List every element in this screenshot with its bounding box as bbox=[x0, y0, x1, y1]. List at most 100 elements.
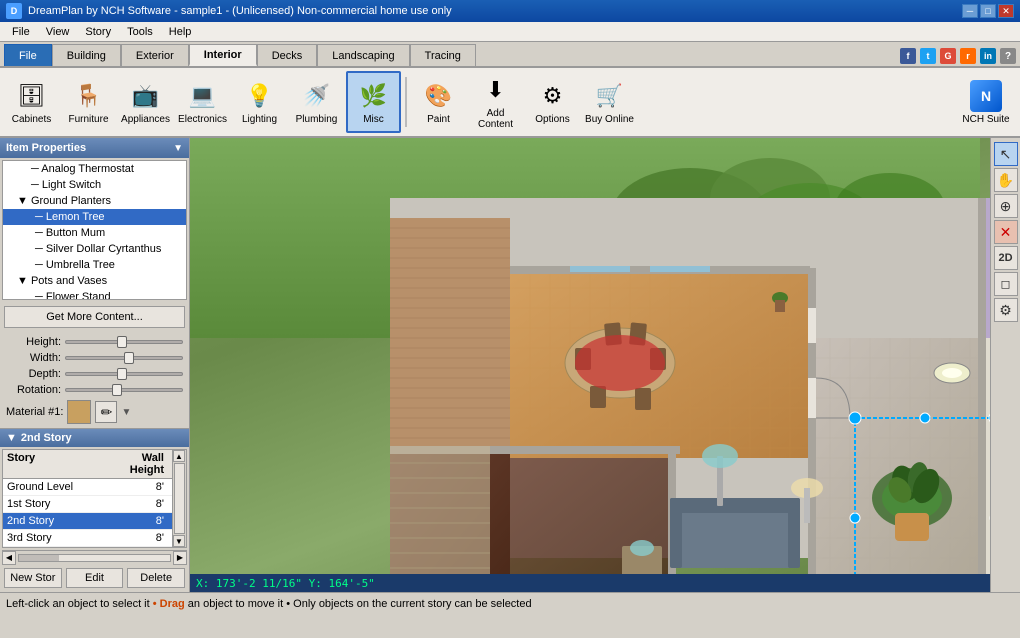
tree-item-flower-stand[interactable]: ─ Flower Stand bbox=[3, 289, 186, 300]
story-row-3rd-name: 3rd Story bbox=[3, 530, 102, 546]
item-properties-title: Item Properties bbox=[6, 142, 86, 154]
menu-help[interactable]: Help bbox=[161, 24, 200, 40]
tool-plumbing-label: Plumbing bbox=[296, 114, 338, 125]
hscroll-right[interactable]: ▶ bbox=[173, 551, 187, 565]
material-edit-button[interactable]: ✏ bbox=[95, 401, 117, 423]
buy-online-icon: 🛒 bbox=[594, 80, 626, 112]
hint-story-restriction: • Only objects on the current story can … bbox=[286, 598, 531, 610]
nch-suite-label: NCH Suite bbox=[962, 114, 1009, 125]
tab-building[interactable]: Building bbox=[52, 44, 121, 66]
tool-add-content-label: Add Content bbox=[469, 108, 522, 130]
toolbar-divider1 bbox=[405, 77, 407, 127]
tree-item-ground-planters[interactable]: ▼ Ground Planters bbox=[3, 193, 186, 209]
hscroll-track bbox=[18, 554, 171, 562]
tree-item-button-mum[interactable]: ─ Button Mum bbox=[3, 225, 186, 241]
get-more-content-button[interactable]: Get More Content... bbox=[4, 306, 185, 328]
story-row-1st[interactable]: 1st Story 8' bbox=[3, 496, 172, 513]
rotation-thumb[interactable] bbox=[112, 384, 122, 396]
hscroll-thumb[interactable] bbox=[19, 555, 59, 561]
height-thumb[interactable] bbox=[117, 336, 127, 348]
tool-misc-label: Misc bbox=[363, 114, 384, 125]
menu-story[interactable]: Story bbox=[77, 24, 119, 40]
item-tree[interactable]: ─ Analog Thermostat ─ Light Switch ▼ Gro… bbox=[2, 160, 187, 300]
maximize-button[interactable]: □ bbox=[980, 4, 996, 18]
settings-button[interactable]: ⚙ bbox=[994, 298, 1018, 322]
tab-interior[interactable]: Interior bbox=[189, 44, 257, 66]
delete-story-button[interactable]: Delete bbox=[127, 568, 185, 588]
tab-tracing[interactable]: Tracing bbox=[410, 44, 476, 66]
facebook-icon[interactable]: f bbox=[900, 48, 916, 64]
tree-item-light-switch[interactable]: ─ Light Switch bbox=[3, 177, 186, 193]
hscroll-left[interactable]: ◀ bbox=[2, 551, 16, 565]
twitter-icon[interactable]: t bbox=[920, 48, 936, 64]
menu-file[interactable]: File bbox=[4, 24, 38, 40]
material-swatch[interactable] bbox=[67, 400, 91, 424]
nch-suite-button[interactable]: N NCH Suite bbox=[956, 71, 1016, 133]
tool-options[interactable]: ⚙ Options bbox=[525, 71, 580, 133]
cabinets-icon: 🗄 bbox=[16, 80, 48, 112]
material-dropdown[interactable]: ▼ bbox=[121, 407, 131, 418]
tool-paint-label: Paint bbox=[427, 114, 450, 125]
story-table: Story Wall Height Ground Level 8' 1st St… bbox=[3, 450, 172, 547]
tree-item-lemon-tree[interactable]: ─ Lemon Tree bbox=[3, 209, 186, 225]
width-label: Width: bbox=[6, 352, 61, 364]
rotation-slider-row: Rotation: bbox=[6, 384, 183, 396]
tree-item-silver-dollar[interactable]: ─ Silver Dollar Cyrtanthus bbox=[3, 241, 186, 257]
tool-misc[interactable]: 🌿 Misc bbox=[346, 71, 401, 133]
view-3d-button[interactable]: ◻ bbox=[994, 272, 1018, 296]
main-area: Item Properties ▼ ─ Analog Thermostat ─ … bbox=[0, 138, 1020, 592]
tool-cabinets[interactable]: 🗄 Cabinets bbox=[4, 71, 59, 133]
hint-move: an object to move it bbox=[188, 598, 283, 610]
linkedin-icon[interactable]: in bbox=[980, 48, 996, 64]
story-panel-header[interactable]: ▼ 2nd Story bbox=[0, 429, 189, 447]
coord-display: X: 173'-2 11/16" Y: 164'-5" bbox=[190, 574, 990, 592]
tool-furniture[interactable]: 🪑 Furniture bbox=[61, 71, 116, 133]
story-vscrollbar[interactable]: ▲ ▼ bbox=[172, 450, 186, 547]
close-button[interactable]: ✕ bbox=[998, 4, 1014, 18]
new-story-button[interactable]: New Stor bbox=[4, 568, 62, 588]
depth-thumb[interactable] bbox=[117, 368, 127, 380]
nch-icon: N bbox=[970, 80, 1002, 112]
delete-button[interactable]: ✕ bbox=[994, 220, 1018, 244]
story-scroll-down[interactable]: ▼ bbox=[173, 535, 185, 547]
menu-view[interactable]: View bbox=[38, 24, 78, 40]
canvas-area[interactable]: ↖ ✋ ⊕ ✕ 2D ◻ ⚙ X: 173'-2 11/16" Y: 164'-… bbox=[190, 138, 1020, 592]
window-title: DreamPlan by NCH Software - sample1 - (U… bbox=[28, 5, 962, 17]
titlebar: D DreamPlan by NCH Software - sample1 - … bbox=[0, 0, 1020, 22]
story-hscroll[interactable]: ◀ ▶ bbox=[2, 550, 187, 564]
tab-file[interactable]: File bbox=[4, 44, 52, 66]
view-2d-button[interactable]: 2D bbox=[994, 246, 1018, 270]
help-icon[interactable]: ? bbox=[1000, 48, 1016, 64]
story-scroll-up[interactable]: ▲ bbox=[173, 450, 185, 462]
tool-paint[interactable]: 🎨 Paint bbox=[411, 71, 466, 133]
story-row-ground[interactable]: Ground Level 8' bbox=[3, 479, 172, 496]
story-row-3rd[interactable]: 3rd Story 8' bbox=[3, 530, 172, 547]
menu-tools[interactable]: Tools bbox=[119, 24, 161, 40]
tab-exterior[interactable]: Exterior bbox=[121, 44, 189, 66]
tab-landscaping[interactable]: Landscaping bbox=[317, 44, 409, 66]
rss-icon[interactable]: r bbox=[960, 48, 976, 64]
paint-icon: 🎨 bbox=[423, 80, 455, 112]
tool-buy-online[interactable]: 🛒 Buy Online bbox=[582, 71, 637, 133]
tool-lighting[interactable]: 💡 Lighting bbox=[232, 71, 287, 133]
hand-tool-button[interactable]: ✋ bbox=[994, 168, 1018, 192]
zoom-button[interactable]: ⊕ bbox=[994, 194, 1018, 218]
story-row-ground-name: Ground Level bbox=[3, 479, 102, 495]
tree-item-analog-thermostat[interactable]: ─ Analog Thermostat bbox=[3, 161, 186, 177]
edit-story-button[interactable]: Edit bbox=[66, 568, 124, 588]
item-properties-collapse[interactable]: ▼ bbox=[173, 143, 183, 154]
tool-add-content[interactable]: ⬇ Add Content bbox=[468, 71, 523, 133]
tool-electronics[interactable]: 💻 Electronics bbox=[175, 71, 230, 133]
tab-decks[interactable]: Decks bbox=[257, 44, 318, 66]
tool-appliances[interactable]: 📺 Appliances bbox=[118, 71, 173, 133]
cursor-button[interactable]: ↖ bbox=[994, 142, 1018, 166]
tree-item-umbrella-tree[interactable]: ─ Umbrella Tree bbox=[3, 257, 186, 273]
google-icon[interactable]: G bbox=[940, 48, 956, 64]
height-slider-row: Height: bbox=[6, 336, 183, 348]
tree-item-pots-vases[interactable]: ▼ Pots and Vases bbox=[3, 273, 186, 289]
tool-plumbing[interactable]: 🚿 Plumbing bbox=[289, 71, 344, 133]
lighting-icon: 💡 bbox=[244, 80, 276, 112]
story-row-2nd[interactable]: 2nd Story 8' bbox=[3, 513, 172, 530]
width-thumb[interactable] bbox=[124, 352, 134, 364]
minimize-button[interactable]: ─ bbox=[962, 4, 978, 18]
